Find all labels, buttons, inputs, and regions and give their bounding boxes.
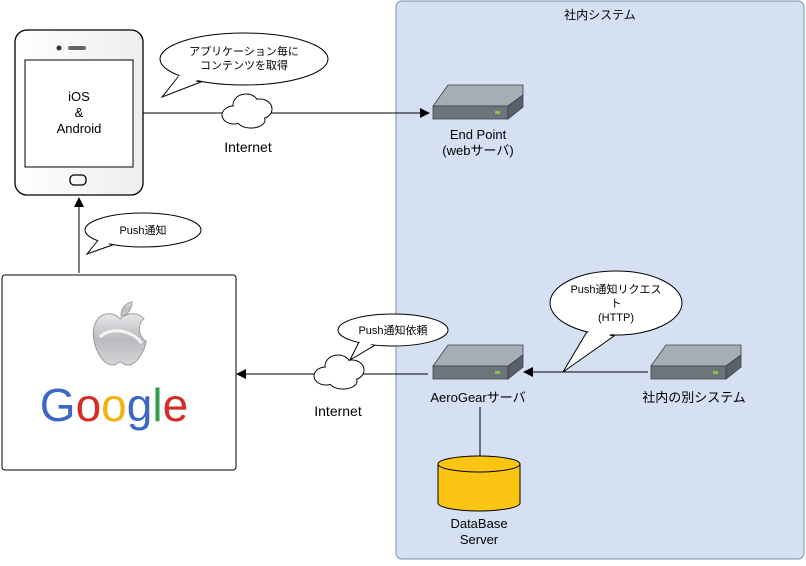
endpoint-label-line1: End Point [450, 127, 507, 142]
other-system-label: 社内の別システム [642, 390, 746, 405]
bubble-push: Push通知 [84, 212, 202, 256]
phone-speaker [68, 46, 86, 50]
bubble-push-text: Push通知 [119, 223, 166, 237]
database-icon [437, 455, 521, 512]
database-label-line2: Server [460, 532, 499, 547]
bubble-push-http-line1: Push通知リクエス [570, 282, 661, 296]
server-icon-aerogear [432, 344, 524, 380]
smartphone: iOS & Android [14, 29, 144, 196]
push-provider-box: Google [1, 274, 237, 471]
bubble-push-http-line3: (HTTP) [598, 312, 634, 324]
bubble-app-content-line1: アプリケーション毎に [189, 45, 299, 58]
internet-label-bottom: Internet [314, 403, 362, 419]
database-label-line1: DataBase [450, 516, 507, 531]
architecture-diagram: 社内システム iOS & Android Internet Internet ア… [1, 0, 805, 560]
phone-os-android: Android [57, 121, 102, 136]
bubble-app-content: アプリケーション毎に コンテンツを取得 [159, 32, 329, 99]
server-icon-other-system [650, 344, 742, 380]
endpoint-label-line2: (webサーバ) [442, 143, 513, 158]
phone-camera-icon [56, 45, 62, 51]
phone-os-ios: iOS [68, 89, 90, 104]
phone-os-and: & [75, 105, 84, 120]
bubble-push-http-line2: ト [611, 298, 622, 310]
internet-label-top: Internet [224, 139, 272, 155]
google-logo: Google [40, 379, 188, 431]
internal-system-title: 社内システム [564, 7, 636, 22]
server-icon-endpoint [432, 84, 524, 120]
bubble-push-request-text: Push通知依頼 [358, 323, 427, 337]
bubble-app-content-line2: コンテンツを取得 [200, 59, 288, 72]
aerogear-label: AeroGearサーバ [430, 390, 525, 405]
